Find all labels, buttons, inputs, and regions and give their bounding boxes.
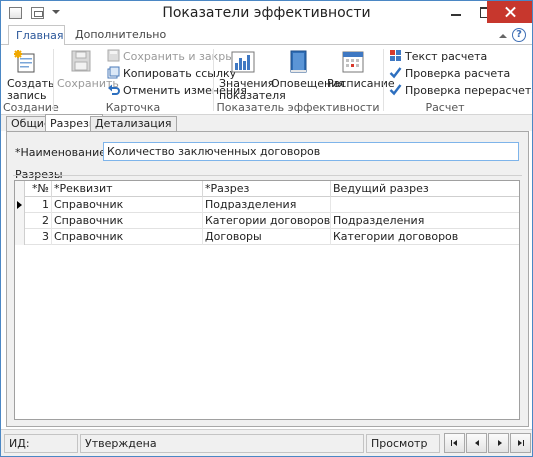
group-label-indicator: Показатель эффективности	[216, 101, 380, 114]
status-state: Утверждена	[80, 434, 364, 453]
checkmark-icon	[389, 83, 402, 96]
cell-leading-cut[interactable]: Подразделения	[331, 213, 519, 229]
copy-link-button[interactable]: Копировать ссылку	[107, 66, 236, 82]
status-bar: ИД: 104522 Утверждена Просмотр	[1, 429, 532, 456]
tab-detailing[interactable]: Детализация	[90, 116, 177, 132]
section-divider	[13, 175, 522, 176]
table-row[interactable]: 1 Справочник Подразделения	[15, 197, 519, 213]
save-icon	[67, 49, 95, 75]
cell-requisite[interactable]: Справочник	[52, 197, 203, 213]
create-record-icon	[12, 49, 40, 75]
cell-number[interactable]: 3	[25, 229, 52, 245]
group-label-calc: Расчет	[425, 101, 465, 114]
ribbon-separator	[383, 49, 384, 111]
save-close-icon	[107, 49, 120, 62]
schedule-label: Расписание	[327, 77, 395, 90]
check-calc-label: Проверка расчета	[405, 67, 511, 80]
ribbon-separator	[213, 49, 214, 111]
column-header-leading-cut[interactable]: Ведущий разрез	[331, 181, 519, 197]
column-header-number[interactable]: *№	[25, 181, 52, 197]
ribbon-separator	[53, 49, 54, 111]
next-record-icon	[498, 440, 502, 446]
check-recalc-label: Проверка перерасчета	[405, 84, 533, 97]
first-bar-icon	[451, 440, 452, 446]
calc-text-button[interactable]: Текст расчета	[389, 49, 487, 65]
check-calc-button[interactable]: Проверка расчета	[389, 66, 510, 82]
cuts-panel: *Наименование: Разрезы *№ *Реквизит *Раз…	[6, 131, 529, 427]
minimize-button[interactable]	[442, 1, 470, 23]
next-record-button[interactable]	[488, 433, 509, 453]
cell-cut[interactable]: Договоры	[203, 229, 331, 245]
first-record-icon	[453, 440, 457, 446]
schedule-button[interactable]: Расписание	[327, 49, 395, 90]
first-record-button[interactable]	[444, 433, 465, 453]
create-record-button[interactable]: Создать запись	[7, 49, 55, 102]
status-mode: Просмотр	[366, 434, 440, 453]
cell-requisite[interactable]: Справочник	[52, 229, 203, 245]
undo-icon	[107, 83, 120, 96]
last-bar-icon	[523, 440, 524, 446]
current-row-arrow-icon	[17, 201, 22, 209]
calendar-icon	[339, 49, 367, 75]
cell-leading-cut[interactable]	[331, 197, 519, 213]
row-selector[interactable]	[15, 213, 25, 229]
checkmark-icon	[389, 66, 402, 79]
last-record-button[interactable]	[510, 433, 531, 453]
form-tabs: Общие Разрезы Детализация	[1, 114, 532, 132]
cell-cut[interactable]: Подразделения	[203, 197, 331, 213]
alerts-button[interactable]: Оповещения	[271, 49, 345, 90]
cell-number[interactable]: 1	[25, 197, 52, 213]
ribbon-collapse-icon[interactable]	[499, 34, 507, 38]
help-icon[interactable]: ?	[512, 28, 526, 42]
ribbon-tab-additional[interactable]: Дополнительно	[68, 25, 173, 45]
ribbon-tabs: Главная Дополнительно ?	[1, 25, 532, 46]
row-selector-header	[15, 181, 25, 197]
calc-text-icon	[389, 49, 402, 62]
app-window: Показатели эффективности Главная Дополни…	[0, 0, 533, 457]
previous-record-icon	[475, 440, 479, 446]
alerts-book-icon	[284, 49, 312, 75]
cell-requisite[interactable]: Справочник	[52, 213, 203, 229]
ribbon: Создать запись Создание Сохранить Сохран…	[1, 45, 532, 115]
cell-leading-cut[interactable]: Категории договоров	[331, 229, 519, 245]
previous-record-button[interactable]	[466, 433, 487, 453]
row-selector[interactable]	[15, 229, 25, 245]
table-row[interactable]: 3 Справочник Договоры Категории договоро…	[15, 229, 519, 245]
title-bar: Показатели эффективности	[1, 1, 532, 25]
ribbon-tab-main[interactable]: Главная	[8, 25, 65, 46]
record-id: ИД: 104522	[4, 434, 78, 456]
cell-cut[interactable]: Категории договоров	[203, 213, 331, 229]
table-row[interactable]: 2 Справочник Категории договоров Подразд…	[15, 213, 519, 229]
group-label-create: Создание	[3, 101, 59, 114]
cell-number[interactable]: 2	[25, 213, 52, 229]
group-label-card: Карточка	[105, 101, 161, 114]
close-button[interactable]	[487, 1, 532, 23]
grid-header: *№ *Реквизит *Разрез Ведущий разрез	[15, 181, 519, 197]
copy-link-icon	[107, 66, 120, 79]
bar-chart-icon	[229, 49, 257, 75]
name-field[interactable]	[103, 142, 519, 161]
last-record-icon	[518, 440, 522, 446]
row-selector[interactable]	[15, 197, 25, 213]
name-label: *Наименование:	[15, 146, 110, 159]
check-recalc-button[interactable]: Проверка перерасчета	[389, 83, 533, 99]
column-header-cut[interactable]: *Разрез	[203, 181, 331, 197]
column-header-requisite[interactable]: *Реквизит	[52, 181, 203, 197]
calc-text-label: Текст расчета	[405, 50, 488, 63]
cuts-grid[interactable]: *№ *Реквизит *Разрез Ведущий разрез 1 Сп…	[14, 180, 520, 420]
indicator-values-button[interactable]: Значения показателя	[219, 49, 286, 102]
save-button[interactable]: Сохранить	[57, 49, 119, 90]
